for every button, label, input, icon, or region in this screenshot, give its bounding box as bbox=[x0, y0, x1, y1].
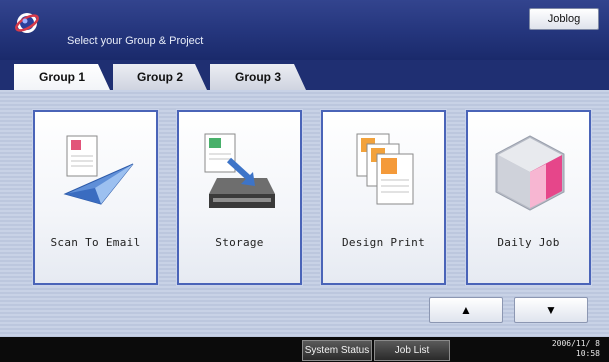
system-status-button[interactable]: System Status bbox=[302, 340, 372, 361]
copier-panel-screen: Select your Group & Project Joblog Group… bbox=[0, 0, 609, 362]
tile-label: Storage bbox=[215, 236, 264, 249]
tile-design-print[interactable]: Design Print bbox=[320, 109, 447, 286]
joblog-button[interactable]: Joblog bbox=[529, 8, 599, 30]
tile-label: Scan To Email bbox=[50, 236, 141, 249]
date-text: 2006/11/ 8 bbox=[551, 339, 600, 348]
date-time-readout: 2006/11/ 8 10:58 bbox=[516, 339, 600, 359]
scroll-up-button[interactable]: ▲ bbox=[429, 297, 503, 323]
stacked-documents-icon bbox=[356, 133, 414, 205]
tab-group-2[interactable]: Group 2 bbox=[113, 64, 207, 90]
cube-icon bbox=[495, 135, 565, 211]
paper-plane-document-icon bbox=[63, 135, 134, 205]
scroll-down-button[interactable]: ▼ bbox=[514, 297, 588, 323]
header-bar: Select your Group & Project Joblog bbox=[0, 0, 609, 60]
globe-logo-icon bbox=[15, 13, 39, 33]
job-list-button[interactable]: Job List bbox=[374, 340, 450, 361]
header-title: Select your Group & Project bbox=[67, 35, 204, 47]
tab-group-3[interactable]: Group 3 bbox=[210, 64, 306, 90]
tile-label: Daily Job bbox=[497, 236, 560, 249]
storage-drive-icon bbox=[204, 133, 275, 208]
tile-scan-to-email[interactable]: Scan To Email bbox=[32, 109, 159, 286]
tile-daily-job[interactable]: Daily Job bbox=[465, 109, 592, 286]
tile-label: Design Print bbox=[341, 236, 426, 249]
tile-storage[interactable]: Storage bbox=[176, 109, 303, 286]
time-text: 10:58 bbox=[575, 349, 600, 358]
tab-group-1[interactable]: Group 1 bbox=[14, 64, 110, 90]
